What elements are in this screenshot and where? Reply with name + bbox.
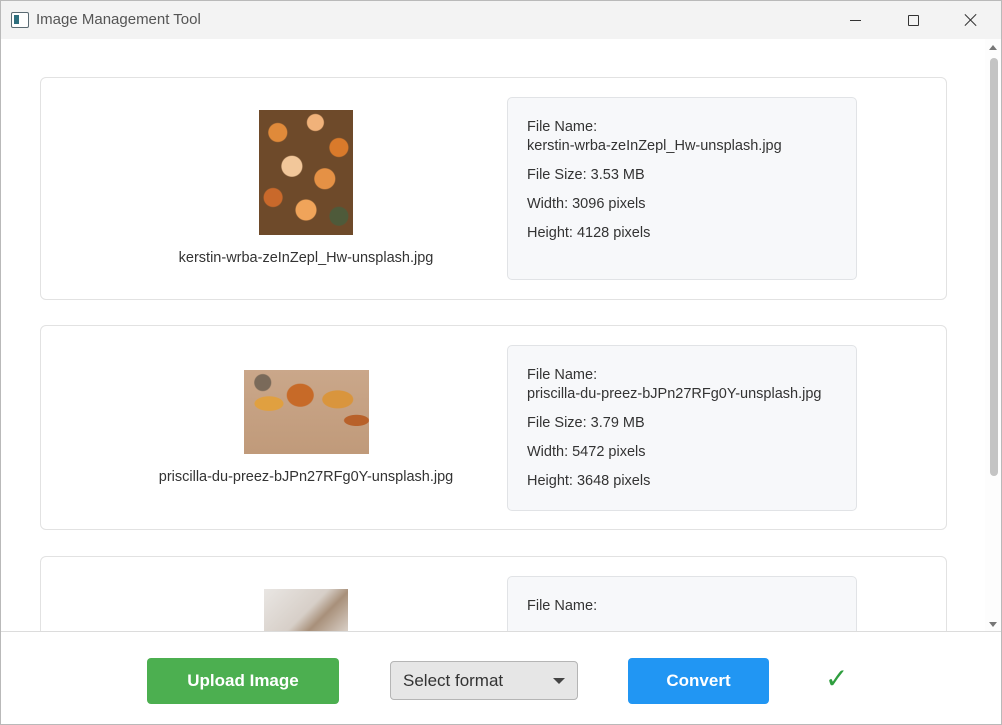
image-thumbnail: [264, 589, 348, 631]
close-button[interactable]: [942, 1, 1000, 39]
convert-button[interactable]: Convert: [628, 658, 769, 704]
format-select[interactable]: Select format: [390, 661, 578, 700]
upload-image-button[interactable]: Upload Image: [147, 658, 339, 704]
scroll-up-icon[interactable]: [989, 45, 997, 50]
file-name-label: File Name:: [527, 598, 598, 614]
file-name-label: File Name:: [527, 367, 598, 383]
image-height: Height: 3648 pixels: [527, 473, 651, 489]
dropdown-arrow-icon: [553, 678, 565, 684]
image-thumbnail: [259, 110, 353, 235]
file-name-value: priscilla-du-preez-bJPn27RFg0Y-unsplash.…: [527, 386, 822, 402]
maximize-button[interactable]: [884, 1, 942, 39]
image-caption: kerstin-wrba-zeInZepl_Hw-unsplash.jpg: [178, 250, 434, 266]
minimize-button[interactable]: [826, 1, 884, 39]
image-card: File Name:: [40, 556, 947, 631]
action-bar: Upload Image Select format Convert ✓: [1, 631, 1001, 724]
file-info-panel: File Name:: [507, 576, 857, 631]
file-size: File Size: 3.79 MB: [527, 415, 645, 431]
file-name-label: File Name:: [527, 119, 598, 135]
file-info-panel: File Name: kerstin-wrba-zeInZepl_Hw-unsp…: [507, 97, 857, 280]
format-select-value: Select format: [403, 670, 504, 690]
scroll-down-icon[interactable]: [989, 622, 997, 627]
app-window: Image Management Tool kerstin-wrba-zeInZ…: [0, 0, 1002, 725]
minimize-icon: [849, 19, 861, 21]
image-width: Width: 5472 pixels: [527, 444, 646, 460]
maximize-icon: [907, 14, 919, 26]
vertical-scrollbar[interactable]: [985, 39, 1001, 631]
image-height: Height: 4128 pixels: [527, 225, 651, 241]
image-caption: priscilla-du-preez-bJPn27RFg0Y-unsplash.…: [158, 469, 454, 485]
file-info-panel: File Name: priscilla-du-preez-bJPn27RFg0…: [507, 345, 857, 511]
title-bar[interactable]: Image Management Tool: [1, 1, 1001, 39]
close-icon: [964, 13, 978, 27]
file-size: File Size: 3.53 MB: [527, 167, 645, 183]
window-title: Image Management Tool: [36, 11, 201, 28]
success-check-icon: ✓: [825, 662, 849, 695]
image-list: kerstin-wrba-zeInZepl_Hw-unsplash.jpg Fi…: [1, 39, 985, 631]
image-thumbnail: [244, 370, 369, 454]
app-icon: [11, 12, 29, 28]
image-width: Width: 3096 pixels: [527, 196, 646, 212]
image-card: kerstin-wrba-zeInZepl_Hw-unsplash.jpg Fi…: [40, 77, 947, 300]
image-card: priscilla-du-preez-bJPn27RFg0Y-unsplash.…: [40, 325, 947, 530]
file-name-value: kerstin-wrba-zeInZepl_Hw-unsplash.jpg: [527, 138, 782, 154]
scrollbar-thumb[interactable]: [990, 58, 998, 476]
